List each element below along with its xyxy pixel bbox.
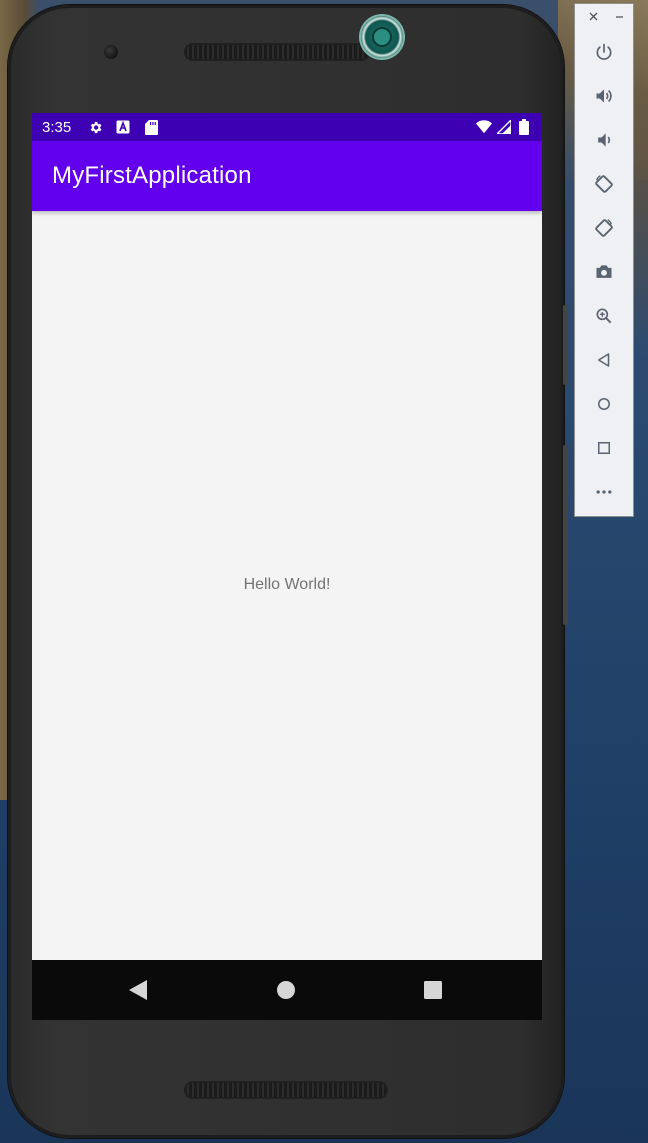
app-title: MyFirstApplication [52,162,252,189]
earpiece-speaker [184,43,370,61]
emulator-toolbar [574,3,634,517]
sd-card-icon [143,119,159,135]
back-icon [598,353,610,367]
camera-icon [596,265,612,278]
bottom-speaker [184,1081,388,1099]
rotate-left-button[interactable] [590,170,618,198]
back-icon [129,980,147,1000]
overview-icon [598,442,610,454]
nav-recents-button[interactable] [421,978,445,1002]
more-button[interactable] [590,478,618,506]
wifi-icon [476,119,492,135]
nav-home-button[interactable] [274,978,298,1002]
device-side-button [563,305,568,385]
home-icon [598,398,610,410]
rotate-right-icon [595,219,613,237]
device-screen[interactable]: 3:35 MyFirstApplication Hello World! [32,113,542,1020]
power-icon [596,43,612,60]
nav-back-button[interactable] [126,978,150,1002]
volume-up-icon [596,89,612,103]
minimize-button[interactable] [613,10,625,22]
status-time: 3:35 [42,118,72,136]
volume-up-button[interactable] [590,82,618,110]
status-bar[interactable]: 3:35 [32,113,542,141]
settings-icon [87,119,103,135]
navigation-bar [32,960,542,1020]
volume-down-icon [598,133,611,147]
emulator-device-frame: 3:35 MyFirstApplication Hello World! [8,5,568,1138]
zoom-icon [596,308,612,324]
app-toolbar: MyFirstApplication [32,141,542,211]
close-icon [589,12,597,20]
a-notification-icon [115,119,131,135]
close-button[interactable] [587,10,599,22]
more-icon [596,490,612,494]
sensor-icon[interactable] [361,16,403,58]
screenshot-button[interactable] [590,258,618,286]
recents-icon [424,981,442,999]
volume-down-button[interactable] [590,126,618,154]
hello-world-text: Hello World! [243,576,331,593]
zoom-button[interactable] [590,302,618,330]
main-content[interactable]: Hello World! [32,211,542,960]
battery-icon [516,119,532,135]
power-button[interactable] [590,38,618,66]
rotate-left-icon [595,175,613,193]
home-icon [277,981,295,999]
rotate-right-button[interactable] [590,214,618,242]
signal-icon [496,119,512,135]
overview-button[interactable] [590,434,618,462]
back-button[interactable] [590,346,618,374]
front-camera-icon [104,45,118,59]
home-button[interactable] [590,390,618,418]
device-side-button [563,445,568,625]
minimize-icon [615,15,623,18]
